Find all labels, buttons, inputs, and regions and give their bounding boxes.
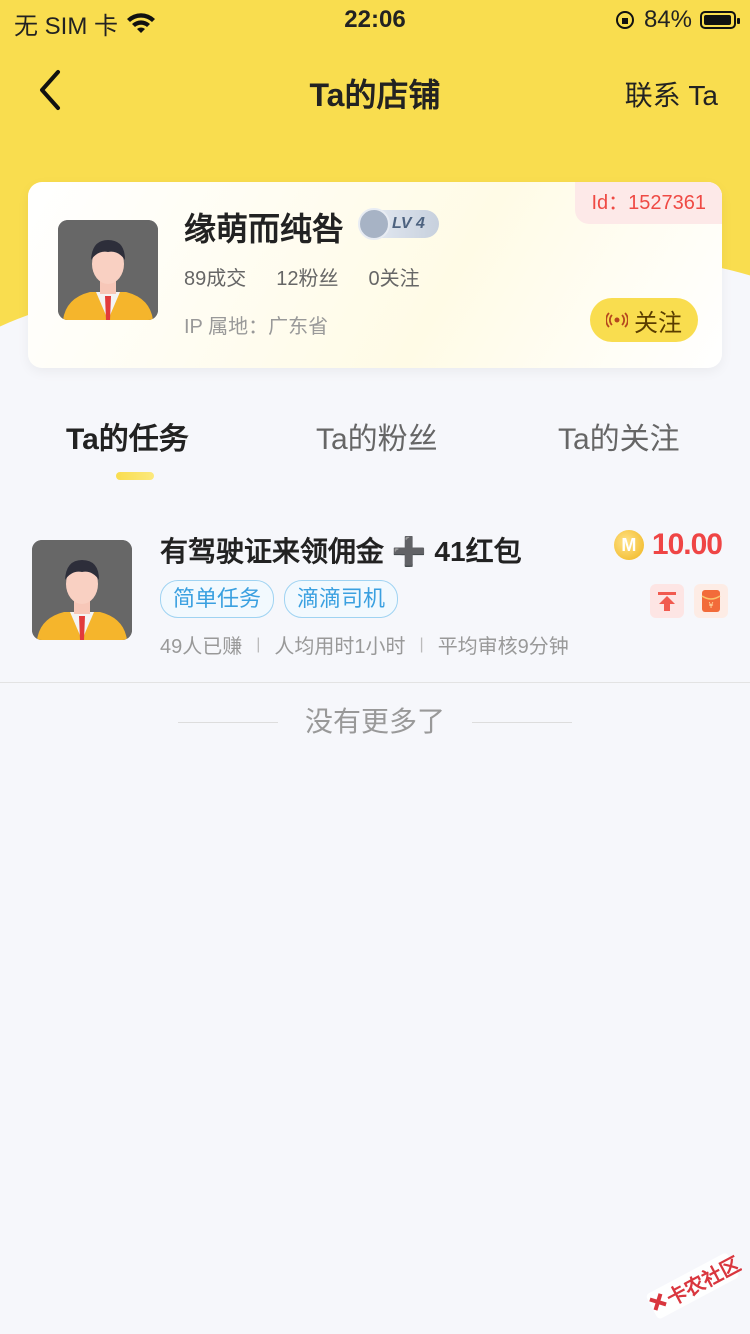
avatar-person-icon: [32, 540, 132, 640]
profile-card: 缘萌而纯咎 LV 4 89成交 12粉丝 0关注 IP 属地：广东省 Id：15…: [28, 182, 722, 368]
nav-bar: Ta的店铺 联系 Ta: [0, 60, 750, 120]
level-label: LV 4: [392, 215, 425, 232]
avatar[interactable]: [58, 220, 158, 320]
follow-button[interactable]: 关注: [590, 298, 698, 342]
task-title: 有驾驶证来领佣金 ➕ 41红包: [160, 536, 522, 567]
ip-location: IP 属地：广东省: [184, 316, 329, 338]
level-badge: LV 4: [358, 208, 439, 240]
no-more-footer: 没有更多了: [0, 700, 750, 740]
tab-fans[interactable]: Ta的粉丝: [316, 414, 438, 458]
meta-separator: |: [256, 635, 261, 653]
svg-text:¥: ¥: [708, 601, 713, 610]
stat-following[interactable]: 0关注: [369, 262, 420, 291]
broadcast-icon: [606, 312, 628, 328]
earned-count: 49人已赚: [160, 636, 243, 658]
divider-line: [472, 722, 572, 723]
profile-stats: 89成交 12粉丝 0关注: [184, 262, 420, 291]
task-price: 10.00: [651, 528, 723, 561]
follow-label: 关注: [634, 309, 682, 337]
top-pin-icon: [650, 584, 684, 618]
tag-didi-driver: 滴滴司机: [284, 580, 399, 618]
tab-following[interactable]: Ta的关注: [558, 414, 680, 458]
stat-deals[interactable]: 89成交: [184, 262, 246, 291]
avatar: [32, 540, 132, 640]
task-badges: ¥: [650, 584, 728, 618]
avatar-person-icon: [58, 220, 158, 320]
battery-percent: 84%: [643, 6, 692, 33]
task-meta: 49人已赚 | 人均用时1小时 | 平均审核9分钟: [160, 630, 569, 659]
task-reward: M 10.00: [613, 528, 723, 562]
avg-review-time: 平均审核9分钟: [437, 636, 569, 658]
avg-time: 人均用时1小时: [274, 636, 406, 658]
tab-bar: Ta的任务 Ta的粉丝 Ta的关注: [0, 414, 750, 494]
contact-button[interactable]: 联系 Ta: [625, 74, 718, 114]
list-divider: [0, 682, 750, 683]
tab-tasks[interactable]: Ta的任务: [66, 414, 189, 458]
coin-icon: M: [613, 530, 644, 560]
orientation-lock-icon: [615, 11, 634, 29]
red-packet-icon: ¥: [694, 584, 728, 618]
divider-line: [178, 722, 278, 723]
watermark-logo: 卡农社区: [642, 1250, 744, 1320]
battery-icon: [700, 11, 740, 29]
status-bar: 无 SIM 卡 22:06 84%: [0, 0, 750, 40]
user-id-badge: Id：1527361: [575, 182, 722, 224]
tag-simple-task: 简单任务: [160, 580, 275, 618]
no-more-label: 没有更多了: [304, 706, 445, 737]
list-item[interactable]: 有驾驶证来领佣金 ➕ 41红包 M 10.00 简单任务 滴滴司机 49人已赚 …: [0, 520, 750, 680]
medal-icon: [358, 208, 390, 240]
shop-owner-name: 缘萌而纯咎: [184, 211, 345, 247]
meta-separator: |: [419, 635, 424, 653]
stat-fans[interactable]: 12粉丝: [276, 262, 338, 291]
tab-indicator: [116, 472, 154, 480]
task-tags: 简单任务 滴滴司机: [160, 580, 399, 618]
